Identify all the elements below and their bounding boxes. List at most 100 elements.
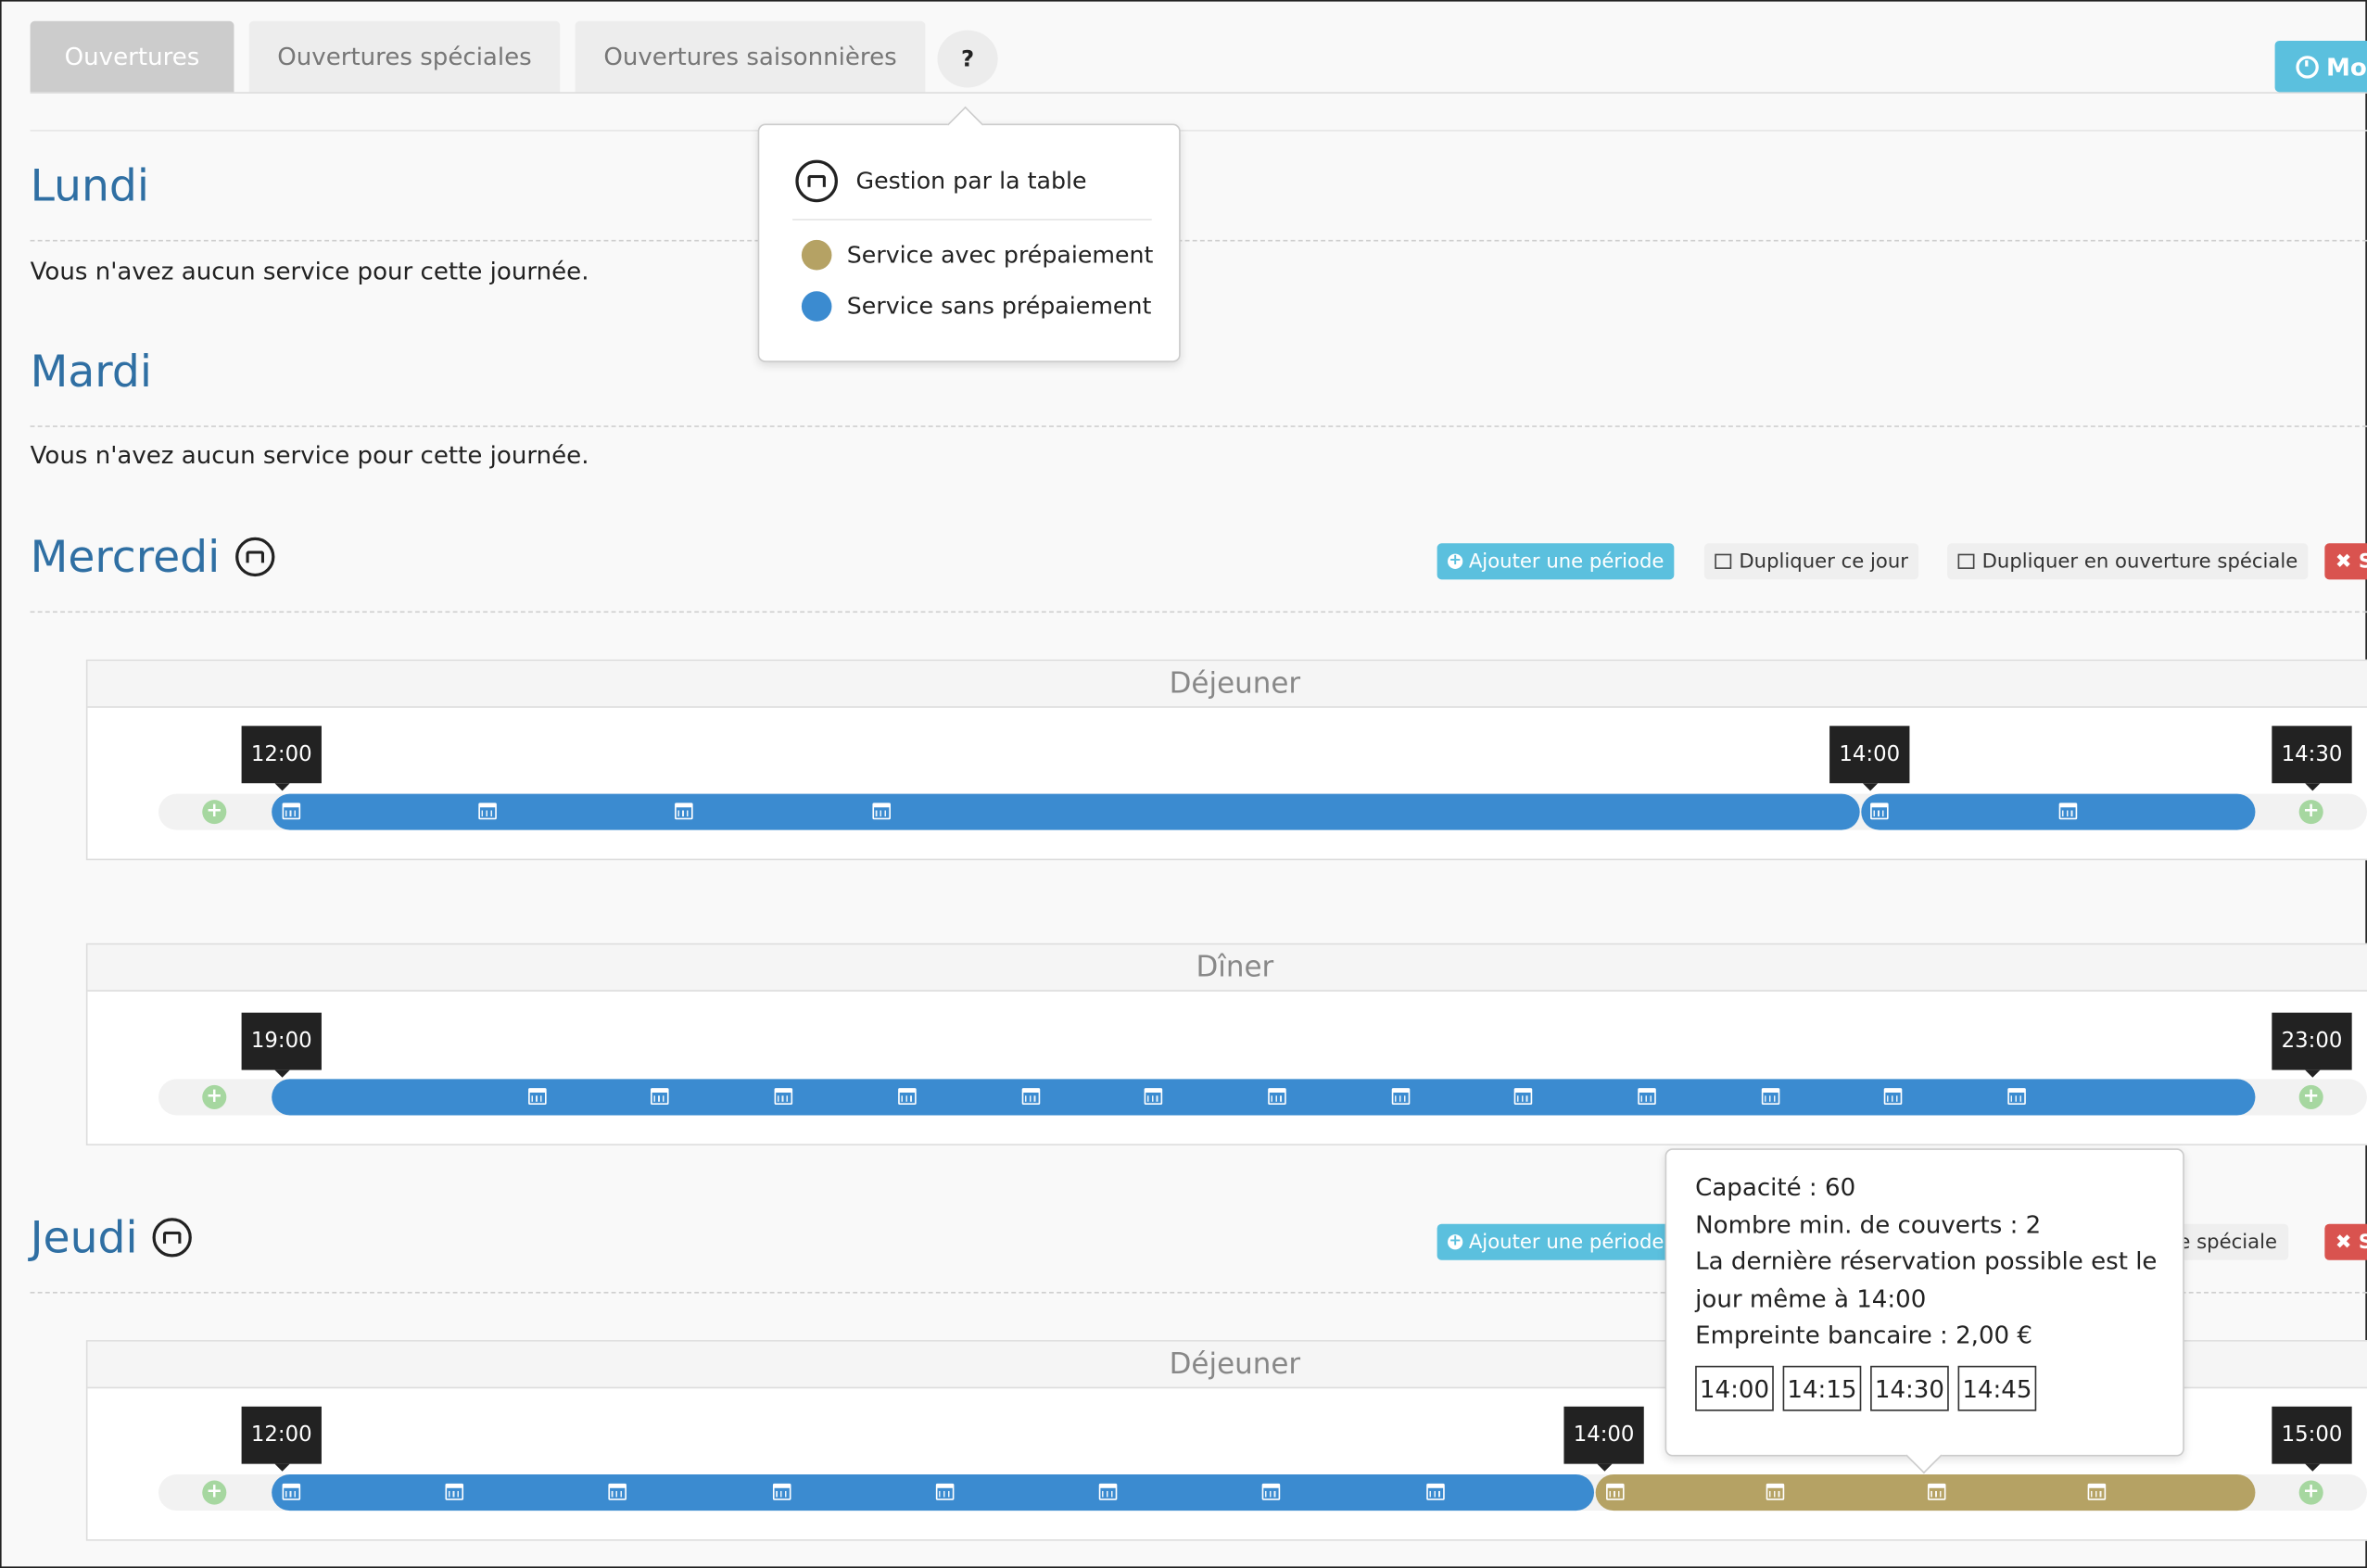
calendar-icon[interactable] bbox=[282, 1483, 301, 1500]
delete-icon: ✖ bbox=[2335, 550, 2352, 574]
delete-label: S bbox=[2359, 1231, 2367, 1253]
table-icon bbox=[795, 159, 838, 203]
add-slot-icon[interactable]: + bbox=[202, 1480, 227, 1505]
duplicate-special-label: e spéciale bbox=[2178, 1231, 2278, 1254]
calendar-icon[interactable] bbox=[1391, 1088, 1411, 1106]
time-marker: 12:00 bbox=[241, 1406, 322, 1472]
service-title: Dîner bbox=[87, 944, 2367, 992]
legend-divider bbox=[792, 219, 1152, 221]
calendar-icon[interactable] bbox=[651, 1088, 669, 1106]
calendar-icon[interactable] bbox=[478, 803, 497, 820]
add-period-button[interactable]: + Ajouter une période bbox=[1437, 543, 1675, 580]
calendar-icon[interactable] bbox=[1268, 1088, 1286, 1106]
delete-label: S bbox=[2359, 550, 2367, 573]
duplicate-special-button[interactable]: Dupliquer en ouverture spéciale bbox=[1947, 543, 2309, 580]
time-marker: 23:00 bbox=[2272, 1012, 2352, 1078]
time-marker: 14:30 bbox=[2272, 726, 2352, 791]
help-button[interactable]: ? bbox=[937, 30, 998, 88]
calendar-icon[interactable] bbox=[445, 1483, 464, 1500]
service-period-bar[interactable] bbox=[272, 1079, 2256, 1116]
calendar-icon[interactable] bbox=[2007, 1088, 2026, 1106]
calendar-icon[interactable] bbox=[1638, 1088, 1656, 1106]
time-slot[interactable]: 14:15 bbox=[1782, 1365, 1862, 1411]
calendar-icon[interactable] bbox=[1261, 1483, 1281, 1500]
tabs-divider bbox=[30, 92, 2367, 94]
time-marker: 14:00 bbox=[1829, 726, 1910, 791]
add-slot-icon[interactable]: + bbox=[202, 1084, 227, 1109]
day-title-label: Mercredi bbox=[30, 531, 221, 583]
divider bbox=[30, 239, 2367, 242]
time-marker: 19:00 bbox=[241, 1012, 322, 1078]
calendar-icon[interactable] bbox=[2087, 1483, 2107, 1500]
clock-icon bbox=[2296, 55, 2319, 78]
service-period-bar-prepaid[interactable] bbox=[1595, 1474, 2256, 1511]
calendar-icon[interactable] bbox=[528, 1088, 547, 1106]
tooltip-last-booking-cont: jour même à 14:00 bbox=[1695, 1283, 1927, 1313]
service-title: Déjeuner bbox=[87, 661, 2367, 708]
time-marker: 15:00 bbox=[2272, 1406, 2352, 1472]
tooltip-min-covers: Nombre min. de couverts : 2 bbox=[1695, 1210, 2042, 1239]
legend-prepaid-label: Service avec prépaiement bbox=[846, 241, 1154, 269]
calendar-icon[interactable] bbox=[1426, 1483, 1445, 1500]
time-slot[interactable]: 14:45 bbox=[1957, 1365, 2037, 1411]
stage: Ouvertures Ouvertures spéciales Ouvertur… bbox=[0, 0, 2367, 1568]
top-right-button[interactable]: Mo bbox=[2274, 40, 2367, 93]
day-title-mercredi: Mercredi bbox=[30, 531, 274, 583]
tab-ouvertures-saisonnieres[interactable]: Ouvertures saisonnières bbox=[575, 20, 926, 93]
add-period-button[interactable]: + Ajouter une période bbox=[1437, 1223, 1675, 1260]
divider bbox=[30, 425, 2367, 427]
legend-row-prepaid: Service avec prépaiement bbox=[795, 239, 1154, 271]
service-period-bar[interactable] bbox=[272, 1474, 1595, 1511]
duplicate-day-label: Dupliquer ce jour bbox=[1739, 550, 1909, 574]
legend-popover: Gestion par la table Service avec prépai… bbox=[757, 123, 1181, 362]
tab-ouvertures-speciales[interactable]: Ouvertures spéciales bbox=[248, 20, 561, 93]
add-slot-icon[interactable]: + bbox=[2298, 1084, 2323, 1109]
delete-icon: ✖ bbox=[2335, 1231, 2352, 1254]
calendar-icon[interactable] bbox=[1513, 1088, 1533, 1106]
calendar-icon[interactable] bbox=[872, 803, 891, 820]
calendar-icon[interactable] bbox=[1098, 1483, 1118, 1500]
calendar-icon[interactable] bbox=[2058, 803, 2078, 820]
table-icon bbox=[152, 1218, 193, 1258]
calendar-icon[interactable] bbox=[608, 1483, 627, 1500]
plus-circle-icon: + bbox=[1448, 552, 1463, 569]
legend-row-table: Gestion par la table bbox=[795, 159, 1087, 203]
calendar-icon[interactable] bbox=[1606, 1483, 1625, 1500]
legend-table-label: Gestion par la table bbox=[855, 167, 1087, 196]
add-slot-icon[interactable]: + bbox=[202, 800, 227, 825]
share-icon bbox=[1715, 553, 1732, 569]
delete-day-button[interactable]: ✖ S bbox=[2324, 1223, 2367, 1260]
calendar-icon[interactable] bbox=[675, 803, 693, 820]
service-tooltip: Capacité : 60 Nombre min. de couverts : … bbox=[1664, 1148, 2184, 1457]
time-slot[interactable]: 14:30 bbox=[1870, 1365, 1949, 1411]
service-panel-mercredi-dejeuner: Déjeuner bbox=[85, 659, 2367, 861]
calendar-icon[interactable] bbox=[1144, 1088, 1163, 1106]
calendar-icon[interactable] bbox=[1761, 1088, 1780, 1106]
calendar-icon[interactable] bbox=[1883, 1088, 1903, 1106]
legend-row-noprepaid: Service sans prépaiement bbox=[795, 291, 1151, 322]
calendar-icon[interactable] bbox=[282, 803, 301, 820]
calendar-icon[interactable] bbox=[772, 1483, 791, 1500]
add-slot-icon[interactable]: + bbox=[2298, 800, 2323, 825]
no-service-text: Vous n'avez aucun service pour cette jou… bbox=[30, 440, 589, 470]
calendar-icon[interactable] bbox=[935, 1483, 955, 1500]
calendar-icon[interactable] bbox=[898, 1088, 917, 1106]
divider bbox=[30, 611, 2367, 613]
tooltip-capacity: Capacité : 60 bbox=[1695, 1172, 1856, 1202]
calendar-icon[interactable] bbox=[1870, 803, 1889, 820]
calendar-icon[interactable] bbox=[1021, 1088, 1041, 1106]
day-title-label: Jeudi bbox=[30, 1211, 138, 1264]
tab-ouvertures[interactable]: Ouvertures bbox=[30, 20, 234, 93]
delete-day-button[interactable]: ✖ S bbox=[2324, 543, 2367, 580]
duplicate-day-button[interactable]: Dupliquer ce jour bbox=[1703, 543, 1919, 580]
add-slot-icon[interactable]: + bbox=[2298, 1480, 2323, 1505]
day-title-jeudi: Jeudi bbox=[31, 1212, 193, 1263]
time-slot[interactable]: 14:00 bbox=[1695, 1365, 1774, 1411]
calendar-icon[interactable] bbox=[1766, 1483, 1785, 1500]
service-period-bar[interactable] bbox=[272, 793, 1860, 830]
time-marker: 14:00 bbox=[1563, 1406, 1644, 1472]
day-title-mardi: Mardi bbox=[30, 345, 152, 398]
top-right-button-label: Mo bbox=[2325, 52, 2367, 82]
calendar-icon[interactable] bbox=[774, 1088, 793, 1106]
calendar-icon[interactable] bbox=[1927, 1483, 1946, 1500]
